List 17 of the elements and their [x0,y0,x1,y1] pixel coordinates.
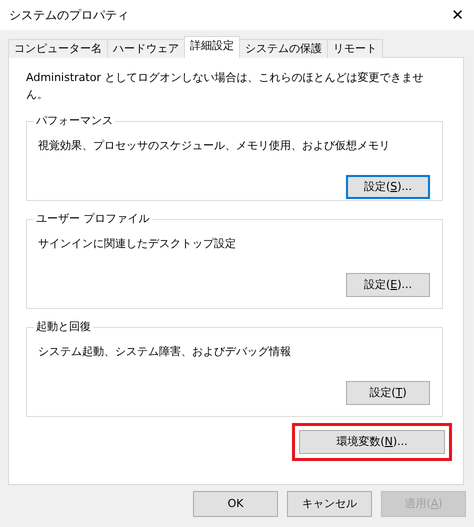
window-title: システムのプロパティ [9,7,129,24]
notice-text: Administrator としてログオンしない場合は、これらのほとんどは変更できません。 [26,70,424,102]
settings-button[interactable]: 設定(E)... [346,272,430,296]
tab[interactable]: コンピューター名 [8,39,108,58]
tab[interactable]: ハードウェア [107,39,185,58]
close-icon[interactable]: ✕ [451,8,464,22]
environment-variables-button[interactable]: 環境変数(N)... [299,430,445,454]
group-description: システム起動、システム障害、およびデバッグ情報 [38,344,292,360]
group-description: 視覚効果、プロセッサのスケジュール、メモリ使用、および仮想メモリ [38,138,391,154]
tab[interactable]: システムの保護 [239,39,328,58]
cancel-button[interactable]: キャンセル [287,491,372,517]
tab[interactable]: 詳細設定 [184,36,240,58]
tab[interactable]: リモート [327,39,383,58]
group-description: サインインに関連したデスクトップ設定 [38,236,237,252]
ok-button[interactable]: OK [193,491,278,517]
settings-button[interactable]: 設定(T) [346,380,430,404]
settings-button[interactable]: 設定(S)... [346,174,430,198]
